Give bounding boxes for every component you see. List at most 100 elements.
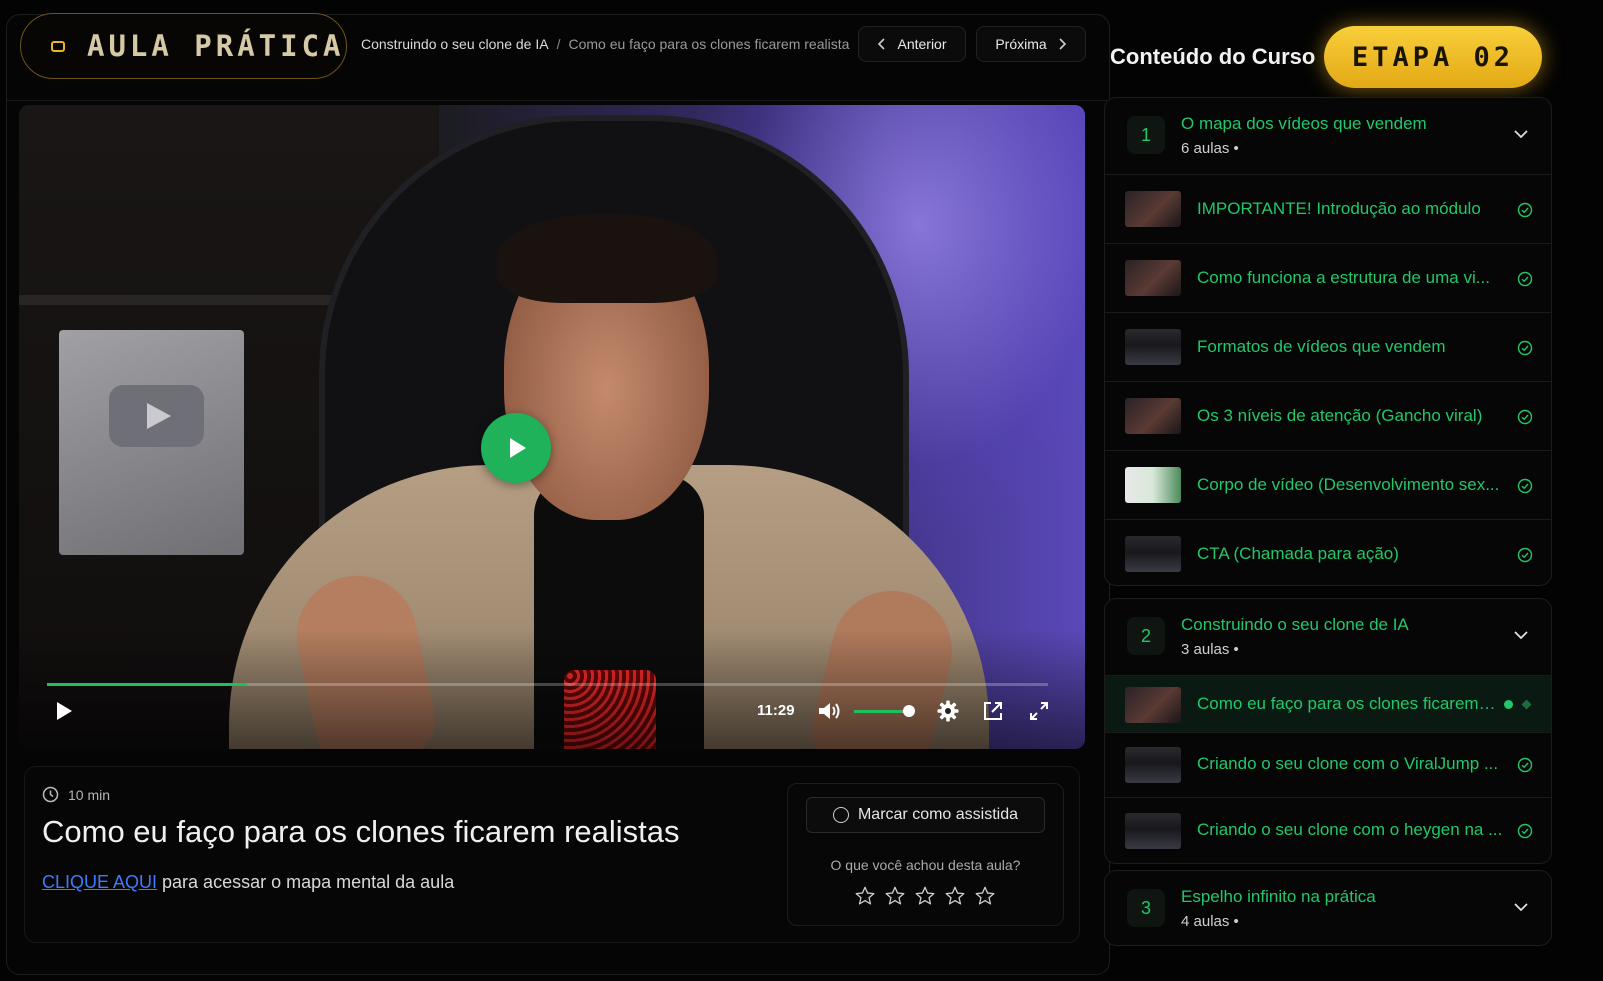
video-frame-presenter-hair [497,213,717,303]
check-circle-icon [1517,757,1533,773]
lesson-thumbnail [1125,747,1181,783]
rating-question: O que você achou desta aula? [830,857,1021,873]
clock-icon [42,786,59,803]
lesson-list-item[interactable]: Formatos de vídeos que vendem [1105,312,1551,381]
play-pause-button[interactable] [52,699,76,723]
rating-stars [854,885,996,907]
chevron-down-icon[interactable] [1513,627,1529,643]
lesson-list-title: Os 3 níveis de atenção (Gancho viral) [1197,406,1483,425]
module-lesson-count: 6 aulas • [1181,140,1239,157]
next-lesson-label: Próxima [995,36,1047,52]
module-header[interactable]: 2 Construindo o seu clone de IA 3 aulas … [1105,599,1551,675]
video-progress-bar[interactable] [47,683,1048,686]
star-icon[interactable] [914,885,936,907]
video-controls-gradient [19,629,1085,749]
play-icon [510,438,526,458]
mark-watched-label: Marcar como assistida [857,806,1019,823]
radio-icon [832,807,849,823]
lesson-thumbnail [1125,260,1181,296]
stage-badge: ETAPA 02 [1324,26,1542,88]
module-card: 2 Construindo o seu clone de IA 3 aulas … [1104,598,1552,864]
lesson-list-title: IMPORTANTE! Introdução ao módulo [1197,199,1481,218]
lesson-list-title: Formatos de vídeos que vendem [1197,337,1446,356]
star-icon[interactable] [944,885,966,907]
module-lesson-count: 3 aulas • [1181,641,1239,658]
lesson-list-title: Criando o seu clone com o heygen na ... [1197,820,1503,839]
video-progress-fill [47,683,248,686]
mind-map-link[interactable]: CLIQUE AQUI [42,872,157,892]
lesson-list-item[interactable]: Corpo de vídeo (Desenvolvimento sex... [1105,450,1551,519]
lesson-list-title: Como eu faço para os clones ficarem ... [1197,694,1497,713]
mute-button[interactable] [816,699,842,723]
module-name: Espelho infinito na prática [1181,887,1376,906]
popout-icon [984,702,1002,720]
lesson-list-title: Criando o seu clone com o ViralJump ... [1197,754,1499,773]
star-icon[interactable] [974,885,996,907]
breadcrumb-lesson: Como eu faço para os clones ficarem real… [568,36,850,52]
previous-lesson-label: Anterior [897,36,947,52]
now-playing-indicator [1504,700,1513,709]
lesson-list-title: Corpo de vídeo (Desenvolvimento sex... [1197,475,1500,494]
lesson-description: CLIQUE AQUI para acessar o mapa mental d… [42,872,454,893]
video-frame-plaque-logo [109,385,204,447]
lesson-thumbnail [1125,398,1181,434]
fullscreen-button[interactable] [1027,699,1051,723]
mark-watched-button[interactable]: Marcar como assistida [806,797,1045,833]
check-circle-icon [1517,202,1533,218]
breadcrumb-separator: / [556,36,561,52]
check-circle-icon [1517,478,1533,494]
lesson-list-item[interactable]: IMPORTANTE! Introdução ao módulo [1105,174,1551,243]
lesson-thumbnail [1125,813,1181,849]
settings-button[interactable] [936,699,960,723]
lesson-list-item[interactable]: Como funciona a estrutura de uma vi... [1105,243,1551,312]
breadcrumb-module[interactable]: Construindo o seu clone de IA [361,36,549,52]
play-icon [57,702,72,720]
video-player[interactable] [19,105,1085,749]
module-number: 3 [1127,889,1165,927]
check-circle-icon [1517,409,1533,425]
gear-icon [937,700,959,722]
now-playing-diamond-icon [1521,699,1532,710]
big-play-button[interactable] [481,413,551,483]
lesson-list-item[interactable]: Criando o seu clone com o ViralJump ... [1105,732,1551,797]
lesson-thumbnail [1125,687,1181,723]
lesson-list-item[interactable]: Os 3 níveis de atenção (Gancho viral) [1105,381,1551,450]
lesson-duration-text: 10 min [68,786,111,803]
lesson-thumbnail [1125,536,1181,572]
check-circle-icon [1517,547,1533,563]
fullscreen-icon [1030,702,1048,720]
lesson-list-item[interactable]: Criando o seu clone com o heygen na ... [1105,797,1551,863]
lesson-duration: 10 min [42,786,110,803]
check-circle-icon [1517,823,1533,839]
module-card: 3 Espelho infinito na prática 4 aulas • [1104,870,1552,946]
volume-slider-handle[interactable] [903,705,915,717]
module-number: 1 [1127,116,1165,154]
brand-badge: AULA PRÁTICA [20,13,347,79]
module-number: 2 [1127,617,1165,655]
module-header[interactable]: 3 Espelho infinito na prática 4 aulas • [1105,871,1551,945]
chevron-down-icon[interactable] [1513,899,1529,915]
next-lesson-button[interactable]: Próxima [976,26,1086,62]
brand-dot-icon [51,40,65,52]
course-content-title: Conteúdo do Curso [1110,44,1316,69]
star-icon[interactable] [884,885,906,907]
popout-button[interactable] [981,699,1005,723]
module-lesson-count: 4 aulas • [1181,913,1239,930]
lesson-thumbnail [1125,329,1181,365]
lesson-thumbnail [1125,467,1181,503]
module-name: Construindo o seu clone de IA [1181,615,1409,634]
breadcrumb: Construindo o seu clone de IA / Como eu … [361,36,849,52]
lesson-list-item-current[interactable]: Como eu faço para os clones ficarem ... [1105,675,1551,732]
lesson-list-title: Como funciona a estrutura de uma vi... [1197,268,1490,287]
volume-fill [854,710,902,713]
lesson-list-item[interactable]: CTA (Chamada para ação) [1105,519,1551,585]
volume-icon [819,703,840,719]
chevron-down-icon[interactable] [1513,126,1529,142]
star-icon[interactable] [854,885,876,907]
lesson-thumbnail [1125,191,1181,227]
previous-lesson-button[interactable]: Anterior [858,26,966,62]
mind-map-link-suffix: para acessar o mapa mental da aula [157,872,455,892]
module-header[interactable]: 1 O mapa dos vídeos que vendem 6 aulas • [1105,98,1551,174]
module-name: O mapa dos vídeos que vendem [1181,114,1427,133]
volume-slider[interactable] [854,710,910,713]
